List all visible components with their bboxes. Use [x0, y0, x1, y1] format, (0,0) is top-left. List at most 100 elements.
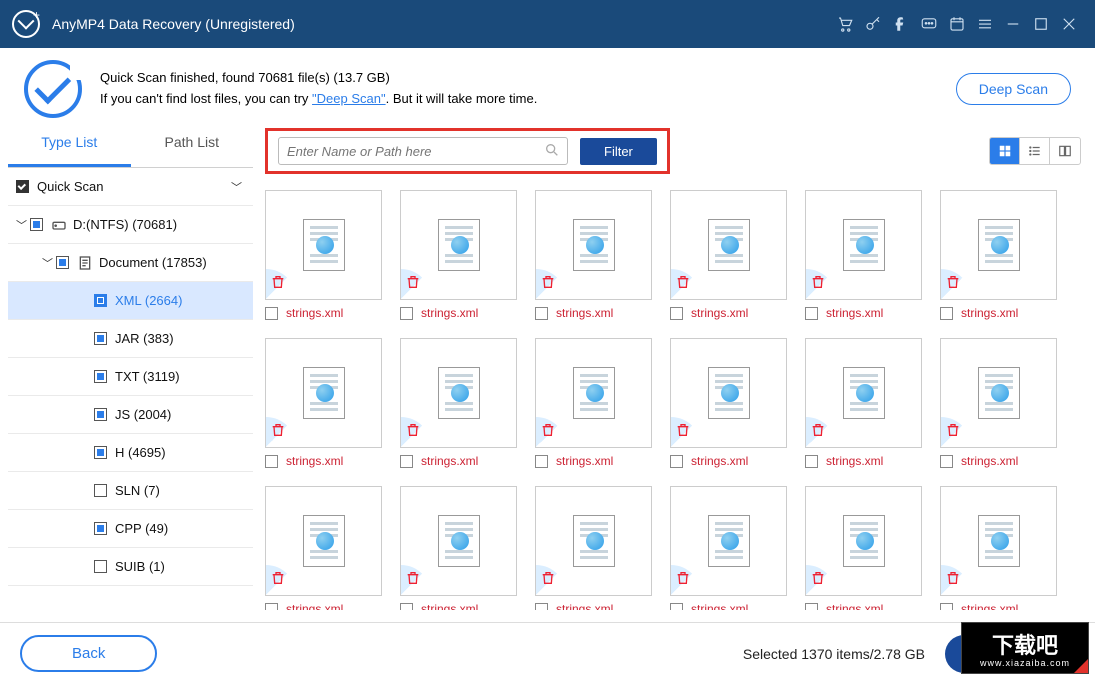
file-thumbnail[interactable] [265, 338, 382, 448]
file-thumbnail[interactable] [265, 190, 382, 300]
tree-item[interactable]: JAR (383) [8, 320, 253, 358]
checkbox-icon[interactable] [94, 370, 107, 383]
file-checkbox[interactable] [805, 307, 818, 320]
file-checkbox[interactable] [535, 455, 548, 468]
file-thumbnail[interactable] [940, 338, 1057, 448]
file-checkbox[interactable] [400, 307, 413, 320]
file-card[interactable]: strings.xml [670, 338, 787, 468]
file-checkbox[interactable] [805, 455, 818, 468]
file-checkbox[interactable] [265, 307, 278, 320]
file-checkbox[interactable] [400, 455, 413, 468]
file-thumbnail[interactable] [265, 486, 382, 596]
key-icon[interactable] [859, 10, 887, 38]
file-card[interactable]: strings.xml [940, 338, 1057, 468]
tab-type-list[interactable]: Type List [8, 120, 131, 167]
tree-document[interactable]: ﹀ Document (17853) [8, 244, 253, 282]
file-thumbnail[interactable] [670, 338, 787, 448]
tree-item[interactable]: H (4695) [8, 434, 253, 472]
file-card[interactable]: strings.xml [265, 338, 382, 468]
cart-icon[interactable] [831, 10, 859, 38]
file-checkbox[interactable] [535, 307, 548, 320]
chevron-down-icon[interactable]: ﹀ [42, 255, 56, 271]
file-card[interactable]: strings.xml [265, 486, 382, 610]
checkbox-icon[interactable] [30, 218, 43, 231]
file-checkbox[interactable] [670, 455, 683, 468]
file-checkbox[interactable] [670, 603, 683, 611]
file-thumbnail[interactable] [805, 190, 922, 300]
view-list-button[interactable] [1020, 138, 1050, 164]
file-card[interactable]: strings.xml [805, 190, 922, 320]
search-input[interactable] [278, 137, 568, 165]
file-thumbnail[interactable] [400, 190, 517, 300]
checkbox-icon[interactable] [94, 446, 107, 459]
file-card[interactable]: strings.xml [265, 190, 382, 320]
file-card[interactable]: strings.xml [535, 338, 652, 468]
file-card[interactable]: strings.xml [535, 486, 652, 610]
back-button[interactable]: Back [20, 635, 157, 672]
file-card[interactable]: strings.xml [805, 338, 922, 468]
file-thumbnail[interactable] [400, 486, 517, 596]
file-checkbox[interactable] [265, 455, 278, 468]
checkbox-icon[interactable] [16, 180, 29, 193]
checkbox-icon[interactable] [94, 560, 107, 573]
file-checkbox[interactable] [940, 455, 953, 468]
checkbox-icon[interactable] [94, 408, 107, 421]
tree-drive[interactable]: ﹀ D:(NTFS) (70681) [8, 206, 253, 244]
file-thumbnail[interactable] [805, 486, 922, 596]
file-card[interactable]: strings.xml [400, 486, 517, 610]
checkbox-icon[interactable] [56, 256, 69, 269]
file-checkbox[interactable] [805, 603, 818, 611]
tree-item[interactable]: SLN (7) [8, 472, 253, 510]
file-card[interactable]: strings.xml [400, 190, 517, 320]
file-card[interactable]: strings.xml [940, 486, 1057, 610]
file-thumbnail[interactable] [670, 486, 787, 596]
file-checkbox[interactable] [265, 603, 278, 611]
minimize-icon[interactable] [999, 10, 1027, 38]
file-card[interactable]: strings.xml [805, 486, 922, 610]
file-thumbnail[interactable] [805, 338, 922, 448]
file-grid: strings.xmlstrings.xmlstrings.xmlstrings… [263, 188, 1083, 610]
file-checkbox[interactable] [670, 307, 683, 320]
file-checkbox[interactable] [535, 603, 548, 611]
checkbox-icon[interactable] [94, 522, 107, 535]
filter-button[interactable]: Filter [580, 138, 657, 165]
checkbox-icon[interactable] [94, 332, 107, 345]
file-thumbnail[interactable] [940, 190, 1057, 300]
close-icon[interactable] [1055, 10, 1083, 38]
maximize-icon[interactable] [1027, 10, 1055, 38]
deep-scan-link[interactable]: "Deep Scan" [312, 91, 386, 106]
tree-item[interactable]: JS (2004) [8, 396, 253, 434]
file-thumbnail[interactable] [670, 190, 787, 300]
view-grid-button[interactable] [990, 138, 1020, 164]
checkbox-icon[interactable] [94, 484, 107, 497]
file-thumbnail[interactable] [535, 486, 652, 596]
file-thumbnail[interactable] [940, 486, 1057, 596]
tree-quick-scan[interactable]: Quick Scan ﹀ [8, 168, 253, 206]
search-icon[interactable] [544, 142, 560, 163]
checkbox-icon[interactable] [94, 294, 107, 307]
file-thumbnail[interactable] [400, 338, 517, 448]
tree-item[interactable]: CPP (49) [8, 510, 253, 548]
tree-item[interactable]: TXT (3119) [8, 358, 253, 396]
file-checkbox[interactable] [940, 603, 953, 611]
view-detail-button[interactable] [1050, 138, 1080, 164]
history-icon[interactable] [943, 10, 971, 38]
chevron-down-icon[interactable]: ﹀ [16, 217, 30, 233]
file-card[interactable]: strings.xml [940, 190, 1057, 320]
file-card[interactable]: strings.xml [670, 486, 787, 610]
tab-path-list[interactable]: Path List [131, 120, 254, 167]
menu-icon[interactable] [971, 10, 999, 38]
file-card[interactable]: strings.xml [670, 190, 787, 320]
deep-scan-button[interactable]: Deep Scan [956, 73, 1071, 105]
file-checkbox[interactable] [400, 603, 413, 611]
feedback-icon[interactable] [915, 10, 943, 38]
file-thumbnail[interactable] [535, 190, 652, 300]
chevron-down-icon[interactable]: ﹀ [231, 179, 245, 195]
tree-item[interactable]: SUIB (1) [8, 548, 253, 586]
file-thumbnail[interactable] [535, 338, 652, 448]
file-checkbox[interactable] [940, 307, 953, 320]
facebook-icon[interactable] [887, 10, 915, 38]
file-card[interactable]: strings.xml [535, 190, 652, 320]
tree-item[interactable]: XML (2664) [8, 282, 253, 320]
file-card[interactable]: strings.xml [400, 338, 517, 468]
